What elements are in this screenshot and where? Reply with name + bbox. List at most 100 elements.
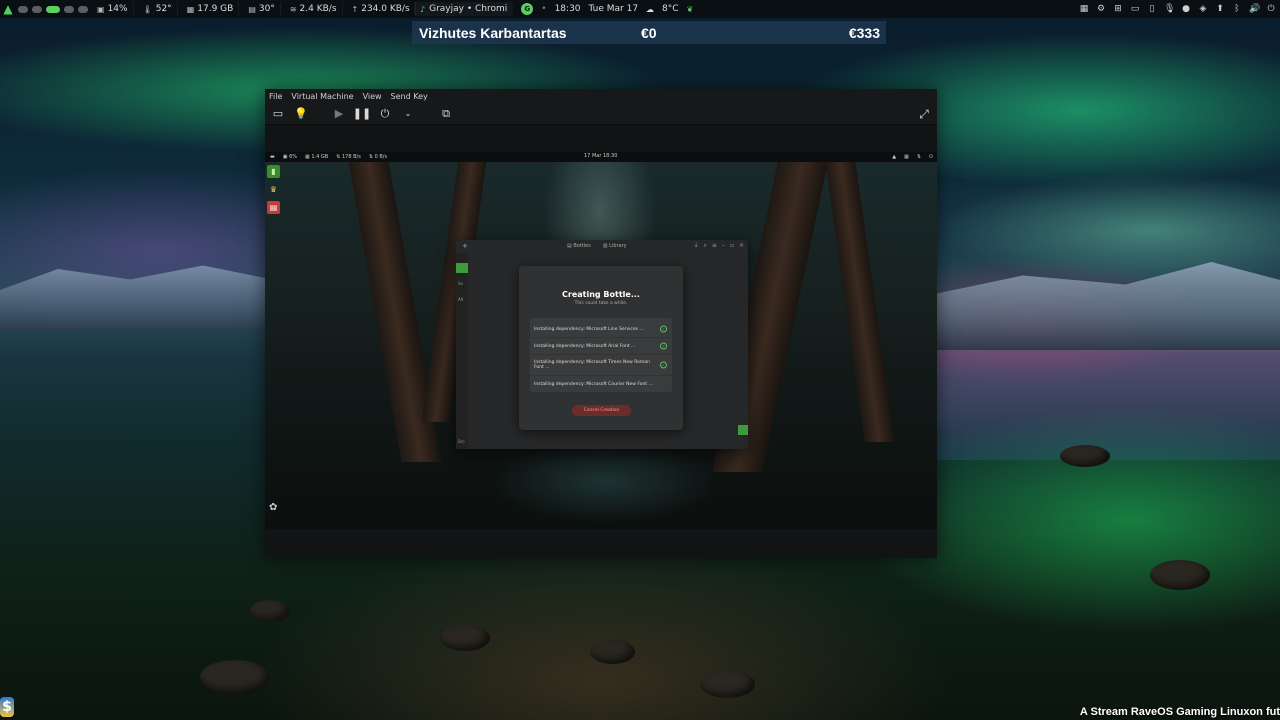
guest-network-icon[interactable]: ⇅	[917, 154, 921, 160]
details-lightbulb-icon[interactable]: 💡	[294, 107, 308, 121]
snapshot-icon[interactable]: ⧉	[439, 107, 453, 121]
dependency-label: Installing dependency: Microsoft Courier…	[534, 381, 653, 387]
clock-date[interactable]: Tue Mar 17	[589, 4, 639, 14]
pause-icon[interactable]: ❚❚	[353, 107, 371, 121]
os-logo-icon[interactable]: ▲	[2, 2, 14, 16]
guest-apps-icon[interactable]: ✿	[269, 502, 281, 514]
grid-icon[interactable]: ▦	[1079, 4, 1089, 14]
guest-store-icon[interactable]: ▤	[267, 201, 280, 214]
wallpaper-rock	[440, 625, 490, 651]
guest-dock: ▮ ♛ ▤	[267, 165, 283, 214]
menu-send-key[interactable]: Send Key	[391, 92, 428, 101]
leaf-icon: ❦	[686, 4, 694, 14]
download-value: 234.0 KB/s	[361, 4, 410, 14]
run-play-icon[interactable]: ▶	[332, 107, 346, 121]
guest-cpu-value: 6%	[289, 154, 297, 160]
cpu-usage: ▣ 14%	[92, 2, 134, 16]
memory-value: 17.9 GB	[197, 4, 234, 14]
volume-icon[interactable]: 🔊	[1249, 4, 1260, 14]
bottles-accent-button[interactable]	[738, 425, 748, 435]
guest-top-panel: ▬ ▣ 6% ▦ 1.4 GB ⇅ 178 B/s ⇅ 0 B/s 17 Mar…	[265, 152, 937, 162]
wallpaper-snow-hills-right	[937, 262, 1280, 352]
display-console-icon[interactable]: ▭	[271, 107, 285, 121]
dependency-label: Installing dependency: Microsoft Line Se…	[534, 326, 644, 332]
wallpaper-rock	[250, 600, 290, 622]
dependency-item: Installing dependency: Microsoft Line Se…	[530, 321, 672, 338]
cancel-creation-button[interactable]: Cancel Creation	[572, 405, 631, 416]
bluetooth-icon[interactable]: ᛒ	[1232, 4, 1242, 14]
fullscreen-icon[interactable]: ⤢	[917, 107, 931, 121]
workspace-indicator[interactable]	[64, 5, 74, 13]
workspace-indicator[interactable]	[32, 5, 42, 13]
panel-center-section: ♪ Grayjay • Chromi G • 18:30 Tue Mar 17 …	[414, 0, 693, 18]
update-icon[interactable]: ⬆	[1215, 4, 1225, 14]
dialog-subtitle: This could take a while.	[574, 301, 628, 306]
maximize-icon[interactable]: ▫	[730, 242, 734, 250]
bottles-view-switcher: ▤ Bottles ▥ Library	[567, 243, 627, 249]
stream-ticker-overlay: Vizhutes Karbantartas €0 €333	[412, 21, 886, 44]
guest-cpu: ▣ 6%	[282, 154, 297, 160]
guest-terminal-icon[interactable]: ▮	[267, 165, 280, 178]
menu-file[interactable]: File	[269, 92, 282, 101]
ticker-value-2: €333	[848, 24, 880, 41]
active-task-label: Grayjay • Chromi	[429, 4, 508, 14]
cpu-temp-value: 52°	[155, 4, 172, 14]
arrow-up-icon: ↑	[351, 4, 359, 14]
sidebar-text-fragment: All	[458, 297, 463, 302]
menu-view[interactable]: View	[363, 92, 382, 101]
guest-net-down: ⇅ 178 B/s	[336, 154, 361, 160]
vm-toolbar: ▭ 💡 ▶ ❚❚ ⏻ ⌄ ⧉	[265, 103, 937, 125]
gpu-temp-value: 30°	[258, 4, 275, 14]
vm-guest-display[interactable]: ▬ ▣ 6% ▦ 1.4 GB ⇅ 178 B/s ⇅ 0 B/s 17 Mar…	[265, 152, 937, 529]
guest-power-icon[interactable]: ⏻	[929, 154, 933, 160]
clock-time[interactable]: 18:30	[555, 4, 581, 14]
panel-tray: ▦ ⚙ ⊞ ▭ ▯ 🎙 ● ◈ ⬆ ᛒ 🔊 ⏻	[1079, 0, 1276, 18]
checkmark-icon: ✓	[660, 325, 667, 333]
guest-workspace-indicator[interactable]: ▬	[270, 154, 275, 160]
menu-icon[interactable]: ≡	[712, 242, 717, 250]
separator-dot: •	[541, 4, 547, 14]
memory-icon: ▦	[186, 4, 195, 14]
clipboard-icon[interactable]: ▯	[1147, 4, 1157, 14]
tab-library[interactable]: ▥ Library	[603, 243, 627, 249]
thermometer-icon: 🌡	[142, 4, 153, 14]
guest-clock[interactable]: 17 Mar 18:30	[584, 153, 617, 159]
minimize-icon[interactable]: –	[722, 242, 725, 250]
guest-notification-icon[interactable]: ▲	[892, 154, 896, 160]
folder-icon[interactable]: ▭	[1130, 4, 1140, 14]
dollar-app-icon[interactable]: $	[0, 697, 14, 717]
workspace-indicator-active[interactable]	[46, 5, 60, 13]
dependency-label: Installing dependency: Microsoft Arial F…	[534, 343, 636, 349]
tab-bottles[interactable]: ▤ Bottles	[567, 243, 591, 249]
app-badge-icon[interactable]: G	[521, 3, 534, 15]
checkmark-icon: ✓	[660, 342, 667, 350]
stream-caption: A Stream RaveOS Gaming Linuxon fut	[1079, 706, 1280, 718]
search-icon[interactable]: ⌕	[703, 242, 706, 250]
dependency-item: Installing dependency: Microsoft Times N…	[530, 355, 672, 376]
power-icon[interactable]: ⏻	[378, 107, 392, 121]
dependency-label: Installing dependency: Microsoft Times N…	[534, 360, 650, 370]
weather-value[interactable]: 8°C	[662, 4, 679, 14]
creating-bottle-dialog: Creating Bottle... This could take a whi…	[519, 266, 683, 430]
wallpaper-lake-reflection	[937, 350, 1280, 460]
guest-net-down-value: 178 B/s	[341, 154, 361, 160]
workspace-indicator[interactable]	[18, 5, 28, 13]
microphone-icon[interactable]: 🎙	[1164, 4, 1175, 14]
close-icon[interactable]: ×	[739, 242, 744, 250]
active-task[interactable]: ♪ Grayjay • Chromi	[414, 2, 514, 16]
color-picker-icon[interactable]: ●	[1181, 4, 1191, 14]
guest-bottles-icon[interactable]: ♛	[267, 183, 280, 196]
menu-virtual-machine[interactable]: Virtual Machine	[291, 92, 353, 101]
add-bottle-icon[interactable]: +	[462, 242, 468, 250]
tab-bottles-label: Bottles	[573, 243, 591, 249]
download-icon[interactable]: ↓	[693, 242, 698, 250]
sidebar-text-fragment: Bro	[458, 439, 465, 444]
grid-icon[interactable]: ⊞	[1113, 4, 1123, 14]
download-speed: ↑ 234.0 KB/s	[347, 2, 416, 16]
guest-grid-icon[interactable]: ▦	[904, 154, 909, 160]
shield-icon[interactable]: ◈	[1198, 4, 1208, 14]
settings-icon[interactable]: ⚙	[1096, 4, 1106, 14]
power-icon[interactable]: ⏻	[1266, 4, 1276, 14]
workspace-indicator[interactable]	[78, 5, 88, 13]
chevron-down-icon[interactable]: ⌄	[401, 107, 415, 121]
